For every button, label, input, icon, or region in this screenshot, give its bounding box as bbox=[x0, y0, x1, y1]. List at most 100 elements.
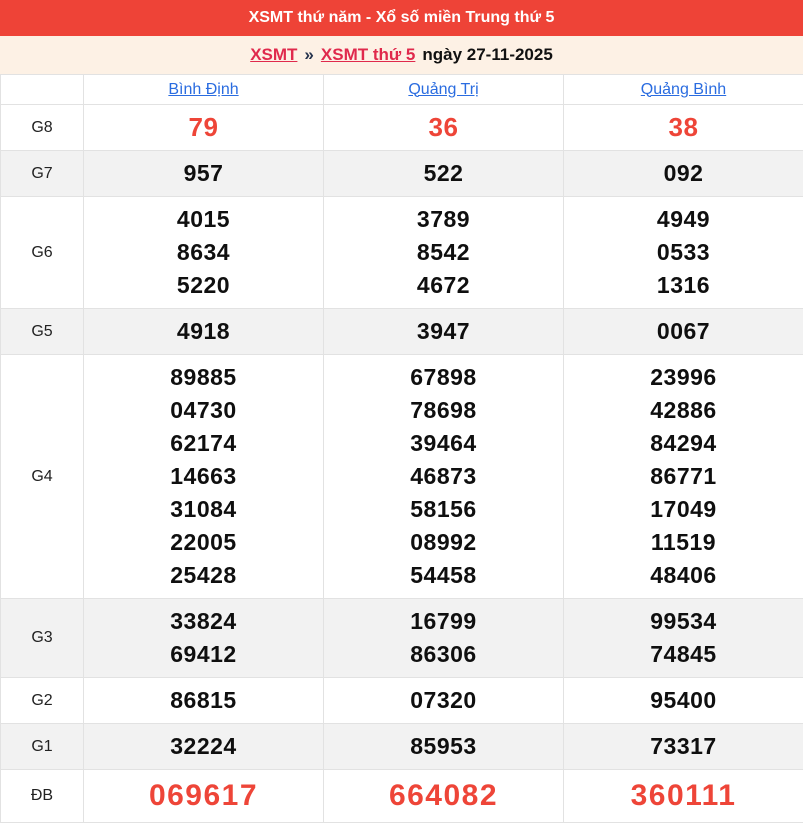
result-number: 74845 bbox=[564, 638, 803, 671]
province-header-row: Bình Định Quảng Trị Quảng Bình bbox=[1, 75, 803, 105]
result-number: 4015 bbox=[84, 203, 323, 236]
column-header-quang-binh: Quảng Bình bbox=[564, 75, 803, 105]
column-header-binh-dinh: Bình Định bbox=[84, 75, 324, 105]
result-number: 33824 bbox=[84, 605, 323, 638]
result-number: 069617 bbox=[84, 776, 323, 816]
result-cell: 86815 bbox=[84, 678, 324, 724]
result-number: 39464 bbox=[324, 427, 563, 460]
result-number: 092 bbox=[564, 157, 803, 190]
result-number: 89885 bbox=[84, 361, 323, 394]
prize-label-g6: G6 bbox=[1, 197, 84, 309]
result-number: 522 bbox=[324, 157, 563, 190]
result-cell: 378985424672 bbox=[324, 197, 564, 309]
result-cell: 73317 bbox=[564, 724, 803, 770]
result-cell: 85953 bbox=[324, 724, 564, 770]
breadcrumb-link-xsmt-thu-5[interactable]: XSMT thứ 5 bbox=[321, 45, 415, 65]
result-number: 3947 bbox=[324, 315, 563, 348]
prize-label-db: ĐB bbox=[1, 770, 84, 823]
result-number: 79 bbox=[84, 111, 323, 144]
prize-label-g5: G5 bbox=[1, 309, 84, 355]
result-number: 4672 bbox=[324, 269, 563, 302]
result-number: 957 bbox=[84, 157, 323, 190]
prize-label-g3: G3 bbox=[1, 599, 84, 678]
result-number: 42886 bbox=[564, 394, 803, 427]
prize-row-g6: G6401586345220378985424672494905331316 bbox=[1, 197, 803, 309]
result-number: 07320 bbox=[324, 684, 563, 717]
result-number: 86815 bbox=[84, 684, 323, 717]
result-cell: 957 bbox=[84, 151, 324, 197]
result-number: 8542 bbox=[324, 236, 563, 269]
result-number: 67898 bbox=[324, 361, 563, 394]
result-number: 17049 bbox=[564, 493, 803, 526]
result-cell: 360111 bbox=[564, 770, 803, 823]
result-cell: 89885047306217414663310842200525428 bbox=[84, 355, 324, 599]
breadcrumb: XSMT » XSMT thứ 5 ngày 27-11-2025 bbox=[0, 36, 803, 74]
province-link-binh-dinh[interactable]: Bình Định bbox=[168, 81, 238, 98]
prize-row-g4: G489885047306217414663310842200525428678… bbox=[1, 355, 803, 599]
result-number: 86771 bbox=[564, 460, 803, 493]
result-number: 11519 bbox=[564, 526, 803, 559]
result-cell: 38 bbox=[564, 105, 803, 151]
result-number: 58156 bbox=[324, 493, 563, 526]
page-title: XSMT thứ năm - Xổ số miền Trung thứ 5 bbox=[249, 9, 555, 27]
result-cell: 23996428868429486771170491151948406 bbox=[564, 355, 803, 599]
province-link-quang-binh[interactable]: Quảng Bình bbox=[641, 81, 726, 98]
column-header-quang-tri: Quảng Trị bbox=[324, 75, 564, 105]
result-number: 86306 bbox=[324, 638, 563, 671]
result-number: 22005 bbox=[84, 526, 323, 559]
result-cell: 79 bbox=[84, 105, 324, 151]
breadcrumb-date: ngày 27-11-2025 bbox=[422, 45, 552, 65]
result-number: 14663 bbox=[84, 460, 323, 493]
result-number: 46873 bbox=[324, 460, 563, 493]
result-cell: 32224 bbox=[84, 724, 324, 770]
prize-row-db: ĐB069617664082360111 bbox=[1, 770, 803, 823]
breadcrumb-link-xsmt[interactable]: XSMT bbox=[250, 45, 297, 65]
result-cell: 95400 bbox=[564, 678, 803, 724]
result-number: 69412 bbox=[84, 638, 323, 671]
result-cell: 0067 bbox=[564, 309, 803, 355]
result-cell: 07320 bbox=[324, 678, 564, 724]
result-cell: 67898786983946446873581560899254458 bbox=[324, 355, 564, 599]
result-number: 85953 bbox=[324, 730, 563, 763]
result-number: 99534 bbox=[564, 605, 803, 638]
result-number: 62174 bbox=[84, 427, 323, 460]
result-number: 664082 bbox=[324, 776, 563, 816]
prize-label-g4: G4 bbox=[1, 355, 84, 599]
province-link-quang-tri[interactable]: Quảng Trị bbox=[408, 81, 478, 98]
result-number: 0067 bbox=[564, 315, 803, 348]
result-number: 4918 bbox=[84, 315, 323, 348]
prize-label-g8: G8 bbox=[1, 105, 84, 151]
result-cell: 494905331316 bbox=[564, 197, 803, 309]
prize-row-g8: G8793638 bbox=[1, 105, 803, 151]
result-cell: 3947 bbox=[324, 309, 564, 355]
result-cell: 9953474845 bbox=[564, 599, 803, 678]
results-table: Bình Định Quảng Trị Quảng Bình G8793638G… bbox=[0, 74, 803, 823]
result-number: 25428 bbox=[84, 559, 323, 592]
prize-row-g5: G5491839470067 bbox=[1, 309, 803, 355]
result-cell: 1679986306 bbox=[324, 599, 564, 678]
result-number: 5220 bbox=[84, 269, 323, 302]
result-number: 95400 bbox=[564, 684, 803, 717]
result-number: 73317 bbox=[564, 730, 803, 763]
result-cell: 36 bbox=[324, 105, 564, 151]
result-number: 31084 bbox=[84, 493, 323, 526]
result-number: 84294 bbox=[564, 427, 803, 460]
result-number: 8634 bbox=[84, 236, 323, 269]
prize-row-g1: G1322248595373317 bbox=[1, 724, 803, 770]
result-cell: 3382469412 bbox=[84, 599, 324, 678]
result-cell: 664082 bbox=[324, 770, 564, 823]
result-number: 360111 bbox=[564, 776, 803, 816]
prize-label-g2: G2 bbox=[1, 678, 84, 724]
result-number: 23996 bbox=[564, 361, 803, 394]
result-number: 0533 bbox=[564, 236, 803, 269]
prize-label-g1: G1 bbox=[1, 724, 84, 770]
result-cell: 522 bbox=[324, 151, 564, 197]
result-number: 04730 bbox=[84, 394, 323, 427]
prize-label-g7: G7 bbox=[1, 151, 84, 197]
result-number: 78698 bbox=[324, 394, 563, 427]
title-bar: XSMT thứ năm - Xổ số miền Trung thứ 5 bbox=[0, 0, 803, 36]
result-cell: 4918 bbox=[84, 309, 324, 355]
result-number: 1316 bbox=[564, 269, 803, 302]
result-number: 4949 bbox=[564, 203, 803, 236]
prize-row-g2: G2868150732095400 bbox=[1, 678, 803, 724]
